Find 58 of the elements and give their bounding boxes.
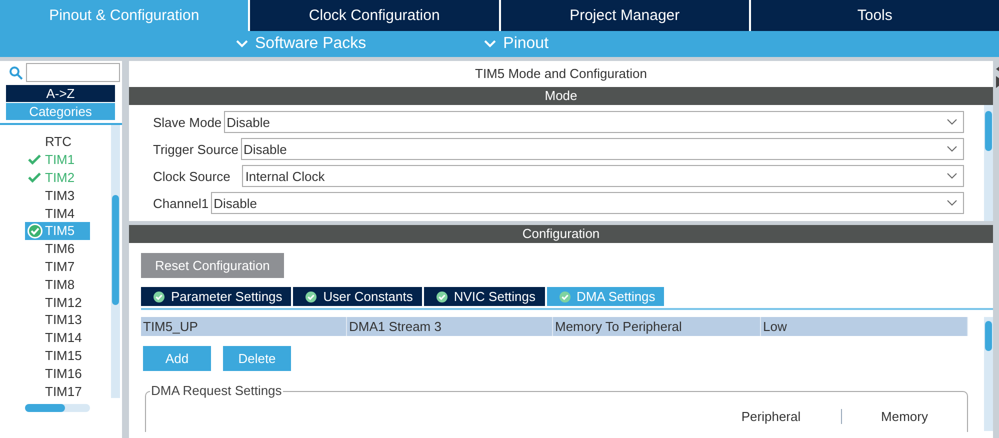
peripheral-item[interactable]: TIM4 [25,204,90,222]
chevron-down-icon [947,173,957,179]
dropdown[interactable]: Internal Clock [242,165,964,187]
check-circle-icon [153,290,165,302]
sort-button[interactable]: A->Z [6,85,115,102]
scrollbar[interactable] [984,105,993,221]
chevron-down-icon [484,40,496,48]
sub-menu-label: Pinout [503,35,549,53]
column-header: Peripheral [740,409,802,424]
field-label: Slave Mode [153,114,222,130]
peripheral-item[interactable]: TIM13 [25,310,90,329]
peripheral-item[interactable]: TIM15 [25,346,90,364]
peripheral-item[interactable]: TIM16 [25,364,90,382]
peripheral-item[interactable]: TIM6 [25,240,90,258]
top-tab[interactable]: Clock Configuration [250,0,498,31]
horizontal-scrollbar[interactable] [25,404,90,412]
peripheral-item[interactable]: TIM12 [25,293,90,311]
peripheral-item[interactable]: TIM17 [25,382,90,398]
table-cell: Low [761,317,968,336]
search-field[interactable] [26,63,120,82]
check-circle-icon [558,290,571,302]
field-label: Channel1 [153,196,209,210]
table-cell: DMA1 Stream 3 [347,317,553,336]
check-circle-icon [26,222,42,239]
dma-row[interactable]: TIM5_UP DMA1 Stream 3 Memory To Peripheral Low [141,317,968,336]
table-cell: TIM5_UP [141,317,347,336]
peripheral-item[interactable]: TIM3 [25,186,90,204]
search-icon [9,66,23,80]
check-circle-icon [436,290,448,302]
peripheral-item[interactable]: TIM14 [25,328,90,347]
panel-title: TIM5 Mode and Configuration [474,65,648,83]
settings-tab[interactable]: NVIC Settings [424,287,545,306]
chevron-down-icon [947,119,957,125]
group-title: DMA Request Settings [150,383,283,398]
top-tab[interactable]: Tools [750,0,999,31]
scrollbar[interactable] [111,125,120,398]
chevron-down-icon [947,200,957,206]
dropdown[interactable]: Disable [224,111,964,133]
settings-tab[interactable]: Parameter Settings [141,287,292,306]
dropdown[interactable]: Disable [210,192,964,214]
field-label: Clock Source [153,168,230,184]
check-circle-icon [305,290,318,302]
column-header: Memory [841,409,967,424]
check-icon [28,154,41,166]
table-cell: Memory To Peripheral [553,317,761,336]
chevron-down-icon [947,146,957,152]
check-icon [28,172,41,183]
top-tab[interactable]: Project Manager [500,0,749,31]
peripheral-item[interactable]: RTC [25,133,90,151]
section-header: Configuration [129,225,993,243]
field-label: Trigger Source [153,142,238,156]
settings-tab[interactable]: User Constants [293,287,422,306]
scrollbar[interactable] [984,317,993,431]
peripheral-item[interactable]: TIM7 [25,258,90,276]
chevron-down-icon [236,40,248,48]
dropdown[interactable]: Disable [240,138,964,160]
peripheral-item[interactable]: TIM8 [25,275,90,294]
section-header: Mode [129,87,993,105]
